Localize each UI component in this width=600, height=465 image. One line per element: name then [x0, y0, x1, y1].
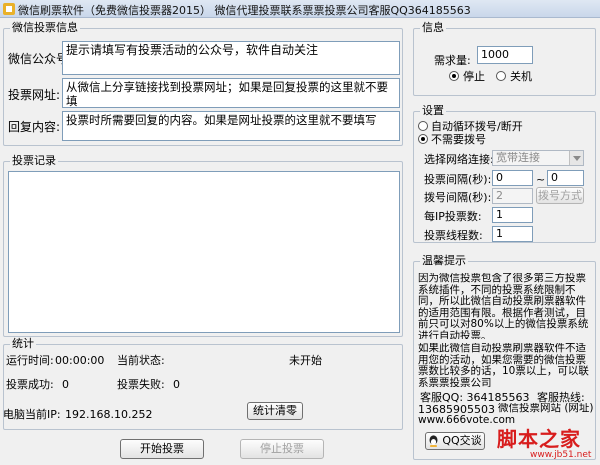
- runtime-value: 00:00:00: [55, 354, 105, 367]
- url-label: 投票网址:: [8, 88, 61, 102]
- interval-from-input[interactable]: 0: [492, 170, 533, 186]
- threads-input[interactable]: 1: [492, 226, 533, 242]
- stop-radio[interactable]: [449, 71, 459, 81]
- stats-legend: 统计: [10, 337, 36, 350]
- fail-value: 0: [173, 378, 180, 391]
- vote-info-legend: 微信投票信息: [10, 21, 80, 34]
- network-value: 宽带连接: [496, 151, 540, 164]
- per-ip-input[interactable]: 1: [492, 207, 533, 223]
- stop-vote-button[interactable]: 停止投票: [240, 439, 324, 459]
- success-label: 投票成功:: [6, 378, 54, 391]
- fail-label: 投票失败:: [117, 378, 165, 391]
- window-title: 微信刷票软件（免费微信投票器2015） 微信代理投票联系票票投票公司客服QQ36…: [18, 4, 471, 17]
- tips-paragraph-2: 如果此微信自动投票刷票器软件不适用您的活动，如果您需要的微信投票票数比较多的话，…: [418, 343, 589, 387]
- clear-stats-button[interactable]: 统计清零: [247, 402, 303, 420]
- success-value: 0: [62, 378, 69, 391]
- stop-label: 停止: [463, 70, 485, 83]
- auto-dial-radio[interactable]: [418, 121, 428, 131]
- start-vote-button[interactable]: 开始投票: [120, 439, 204, 459]
- ip-label: 电脑当前IP:: [3, 408, 61, 421]
- runtime-label: 运行时间:: [6, 354, 54, 367]
- shutdown-label: 关机: [510, 70, 532, 83]
- chevron-down-icon[interactable]: [569, 151, 583, 165]
- status-label: 当前状态:: [117, 354, 165, 367]
- demand-input[interactable]: 1000: [477, 46, 533, 64]
- qq-penguin-icon: [429, 435, 438, 447]
- shutdown-radio[interactable]: [496, 71, 506, 81]
- network-select[interactable]: 宽带连接: [492, 150, 584, 166]
- interval-to-input[interactable]: 0: [547, 170, 584, 186]
- auto-dial-label: 自动循环拨号/断开: [431, 120, 523, 133]
- interval-separator: ~: [536, 173, 546, 186]
- dial-interval-input[interactable]: 2: [492, 188, 533, 204]
- watermark-url: www.jb51.net: [530, 450, 592, 460]
- no-dial-radio[interactable]: [418, 134, 428, 144]
- dial-interval-label: 拨号间隔(秒):: [424, 191, 492, 204]
- tips-paragraph-1: 因为微信投票包含了很多第三方投票系统插件，不同的投票系统限制不同，所以此微信自动…: [418, 273, 589, 339]
- info-legend: 信息: [420, 21, 446, 34]
- qq-chat-label: QQ交谈: [442, 434, 482, 447]
- ip-value: 192.168.10.252: [65, 408, 153, 421]
- app-icon: [3, 3, 15, 15]
- watermark-brand: 脚本之家: [497, 427, 581, 451]
- per-ip-label: 每IP投票数:: [424, 210, 482, 223]
- url-input[interactable]: 从微信上分享链接找到投票网址；如果是回复投票的这里就不要填: [62, 78, 400, 108]
- demand-label: 需求量:: [434, 54, 471, 67]
- reply-input[interactable]: 投票时所需要回复的内容。如果是网址投票的这里就不要填写: [62, 111, 400, 141]
- no-dial-label: 不需要拨号: [431, 133, 486, 146]
- vote-log-area[interactable]: [8, 171, 400, 333]
- account-input[interactable]: 提示请填写有投票活动的公众号，软件自动关注: [62, 41, 400, 75]
- tips-legend: 温馨提示: [420, 254, 468, 267]
- status-value: 未开始: [289, 354, 322, 367]
- network-label: 选择网络连接:: [424, 153, 494, 166]
- qq-chat-button[interactable]: QQ交谈: [425, 432, 485, 450]
- website-text[interactable]: 微信投票网站 (网址) www.666vote.com: [418, 403, 595, 427]
- reply-label: 回复内容:: [8, 120, 61, 134]
- settings-legend: 设置: [420, 104, 446, 117]
- account-label: 微信公众号: [8, 52, 69, 66]
- title-bar[interactable]: 微信刷票软件（免费微信投票器2015） 微信代理投票联系票票投票公司客服QQ36…: [0, 0, 600, 18]
- threads-label: 投票线程数:: [424, 229, 483, 242]
- interval-label: 投票间隔(秒):: [424, 173, 492, 186]
- vote-log-legend: 投票记录: [10, 154, 58, 167]
- dial-mode-button[interactable]: 拨号方式: [536, 187, 584, 204]
